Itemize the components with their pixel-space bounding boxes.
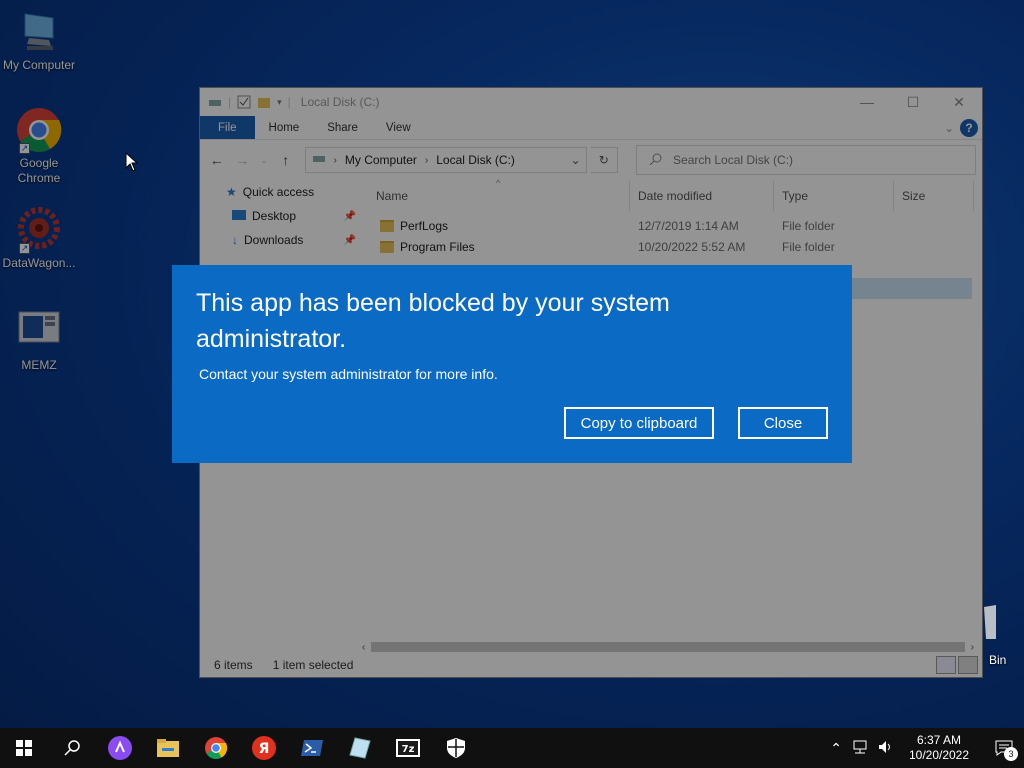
chrome-icon [205,737,228,759]
shield-icon [447,738,465,758]
taskbar-app-powershell[interactable] [288,728,336,768]
yandex-browser-icon: Я [252,736,276,760]
taskbar-app-7zip[interactable]: 7z [384,728,432,768]
alice-assistant-icon [108,736,132,760]
close-button[interactable]: Close [738,407,828,439]
system-tray: ⌃ 6:37 AM 10/20/2022 3 [830,728,1024,768]
windows-logo-icon [16,740,32,756]
start-button[interactable] [0,728,48,768]
taskbar-app-file-explorer[interactable] [144,728,192,768]
desktop-icon-label: Bin [989,653,1007,667]
blocked-app-dialog: This app has been blocked by your system… [172,265,852,463]
volume-icon[interactable] [878,740,894,757]
action-center-button[interactable]: 3 [984,728,1024,768]
taskbar-app-alice[interactable] [96,728,144,768]
search-icon [64,740,80,756]
dialog-title: This app has been blocked by your system… [196,289,670,353]
7zip-icon: 7z [396,739,420,757]
notepad-icon [349,737,371,759]
notification-count-badge: 3 [1004,747,1018,761]
copy-to-clipboard-button[interactable]: Copy to clipboard [564,407,714,439]
svg-text:7z: 7z [402,744,415,755]
powershell-icon [301,740,323,756]
recycle-bin-icon [984,605,996,639]
svg-text:Я: Я [259,741,270,757]
taskbar-app-chrome[interactable] [192,728,240,768]
taskbar-app-notepad[interactable] [336,728,384,768]
dialog-message: Contact your system administrator for mo… [199,366,498,382]
clock[interactable]: 6:37 AM 10/20/2022 [904,733,974,763]
file-explorer-icon [157,739,179,757]
desktop-icon-recycle-bin[interactable]: Bin [983,605,1023,667]
clock-time: 6:37 AM [916,733,962,747]
taskbar-app-yandex[interactable]: Я [240,728,288,768]
taskbar: Я 7z ⌃ 6:37 AM 10/20/2022 3 [0,728,1024,768]
taskbar-app-security[interactable] [432,728,480,768]
network-icon[interactable] [852,740,868,757]
mouse-cursor-icon [125,151,139,175]
chevron-up-icon[interactable]: ⌃ [830,740,842,757]
clock-date: 10/20/2022 [908,748,970,762]
search-taskbar-button[interactable] [48,728,96,768]
